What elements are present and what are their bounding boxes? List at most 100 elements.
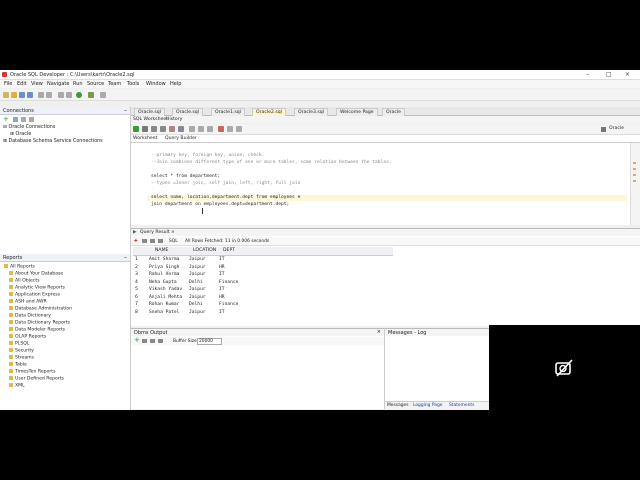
report-item[interactable]: XML: [9, 383, 25, 389]
tab-query-builder[interactable]: Query Builder: [165, 136, 197, 141]
clear-icon[interactable]: [189, 126, 195, 132]
explain-plan-icon[interactable]: [169, 126, 175, 132]
tab-history[interactable]: History: [166, 117, 182, 122]
menu-source[interactable]: Source: [87, 81, 104, 87]
report-item[interactable]: Streams: [9, 355, 34, 361]
tab-worksheet[interactable]: Worksheet: [133, 136, 157, 141]
autotrace-icon[interactable]: [178, 126, 184, 132]
clear-output-icon[interactable]: [142, 339, 147, 343]
tab-sql-worksheet[interactable]: SQL Worksheet: [133, 117, 168, 122]
tab-oracle-sql[interactable]: Oracle.sql: [134, 108, 165, 116]
save-output-icon[interactable]: [150, 339, 155, 343]
report-item[interactable]: Security: [9, 348, 34, 354]
minimize-panel-icon[interactable]: –: [124, 254, 127, 261]
forward-icon[interactable]: [66, 92, 72, 98]
open-icon[interactable]: [11, 92, 17, 98]
cell-dept: IT: [219, 257, 225, 262]
menu-file[interactable]: File: [4, 81, 12, 87]
report-item[interactable]: OLAP Reports: [9, 334, 46, 340]
close-result-icon[interactable]: ×: [171, 230, 175, 235]
report-item[interactable]: PLSQL: [9, 341, 29, 347]
run-script-icon[interactable]: [142, 126, 148, 132]
undo-icon[interactable]: [38, 92, 44, 98]
format-icon[interactable]: [207, 126, 213, 132]
tab-statements[interactable]: Statements: [449, 403, 474, 408]
print-icon[interactable]: [158, 339, 163, 343]
minimize-panel-icon[interactable]: –: [124, 107, 127, 114]
tab-oracle2-sql[interactable]: Oracle2.sql: [252, 108, 286, 116]
run-statement-icon[interactable]: [133, 126, 139, 132]
save-all-icon[interactable]: [27, 92, 33, 98]
menu-help[interactable]: Help: [170, 81, 181, 87]
tab-oracle[interactable]: Oracle: [382, 108, 405, 116]
enable-output-icon[interactable]: +: [134, 337, 140, 344]
refresh-icon[interactable]: [142, 239, 147, 243]
report-item[interactable]: All Reports: [4, 264, 35, 270]
connection-select[interactable]: Oracle: [609, 126, 624, 131]
worksheet-header: SQL Worksheet History: [131, 116, 640, 123]
tab-logging-page[interactable]: Logging Page: [413, 403, 442, 408]
cell-location: Jaipur: [189, 287, 206, 292]
column-header-name[interactable]: NAME: [155, 248, 168, 253]
sql-button[interactable]: SQL: [169, 239, 178, 244]
report-item[interactable]: ASH and AWR: [9, 299, 47, 305]
menu-navigate[interactable]: Navigate: [47, 81, 69, 87]
close-icon[interactable]: ×: [625, 71, 630, 78]
menu-tools[interactable]: Tools: [127, 81, 139, 87]
table-row[interactable]: 8 Sneha Patel Jaipur IT: [133, 309, 393, 317]
tab-oracle-sql-2[interactable]: Oracle.sql: [172, 108, 203, 116]
menu-run[interactable]: Run: [73, 81, 83, 87]
menu-view[interactable]: View: [31, 81, 43, 87]
tree-item-schema-service[interactable]: ⊞ Database Schema Service Connections: [3, 139, 103, 144]
run-icon[interactable]: [76, 92, 82, 98]
eraser-icon[interactable]: [218, 126, 224, 132]
sql-tuning-icon[interactable]: [198, 126, 204, 132]
history-icon[interactable]: [227, 126, 233, 132]
report-item[interactable]: Data Dictionary Reports: [9, 320, 70, 326]
tree-item-oracle[interactable]: ⊞ Oracle: [10, 132, 31, 137]
report-item[interactable]: Application Express: [9, 292, 60, 298]
report-item[interactable]: Data Modeler Reports: [9, 327, 65, 333]
close-icon[interactable]: ×: [377, 329, 381, 335]
report-item[interactable]: TimesTen Reports: [9, 369, 55, 375]
filter-icon[interactable]: [158, 239, 163, 243]
report-item[interactable]: User Defined Reports: [9, 376, 64, 382]
tab-oracle1-sql[interactable]: Oracle1.sql: [211, 108, 245, 116]
report-item[interactable]: About Your Database: [9, 271, 63, 277]
filter-icon[interactable]: [21, 117, 26, 122]
minimize-icon[interactable]: –: [586, 71, 589, 78]
report-item[interactable]: Data Dictionary: [9, 313, 51, 319]
add-connection-icon[interactable]: +: [3, 116, 9, 123]
export-icon[interactable]: [150, 239, 155, 243]
buffer-size-input[interactable]: 20000: [197, 338, 222, 345]
menu-window[interactable]: Window: [146, 81, 166, 87]
tab-messages[interactable]: Messages: [387, 403, 409, 408]
column-header-dept[interactable]: DEPT: [223, 248, 235, 253]
sql-editor[interactable]: --primary key, foreign key, union, check…: [131, 143, 630, 225]
schema-icon[interactable]: [29, 117, 34, 122]
rollback-icon[interactable]: [160, 126, 166, 132]
report-item[interactable]: Analytic View Reports: [9, 285, 65, 291]
column-header-location[interactable]: LOCATION: [193, 248, 216, 253]
pin-icon[interactable]: ✚: [134, 239, 138, 244]
menu-team[interactable]: Team: [108, 81, 121, 87]
redo-icon[interactable]: [46, 92, 52, 98]
debug-icon[interactable]: [88, 92, 94, 98]
tab-oracle3-sql[interactable]: Oracle3.sql: [294, 108, 328, 116]
commit-icon[interactable]: [151, 126, 157, 132]
report-item[interactable]: All Objects: [9, 278, 40, 284]
tab-query-result[interactable]: Query Result: [140, 230, 170, 235]
unshared-icon[interactable]: [236, 126, 242, 132]
editor-scrollbar[interactable]: [630, 143, 640, 225]
dropdown-icon[interactable]: [100, 92, 106, 98]
new-icon[interactable]: [3, 92, 9, 98]
tree-item-oracle-connections[interactable]: ⊟ Oracle Connections: [3, 125, 55, 130]
tab-welcome-page[interactable]: Welcome Page: [336, 108, 378, 116]
report-item[interactable]: Database Administration: [9, 306, 72, 312]
menu-edit[interactable]: Edit: [17, 81, 27, 87]
refresh-icon[interactable]: [13, 117, 18, 122]
save-icon[interactable]: [19, 92, 25, 98]
maximize-icon[interactable]: □: [606, 71, 612, 78]
report-item[interactable]: Table: [9, 362, 27, 368]
back-icon[interactable]: [58, 92, 64, 98]
